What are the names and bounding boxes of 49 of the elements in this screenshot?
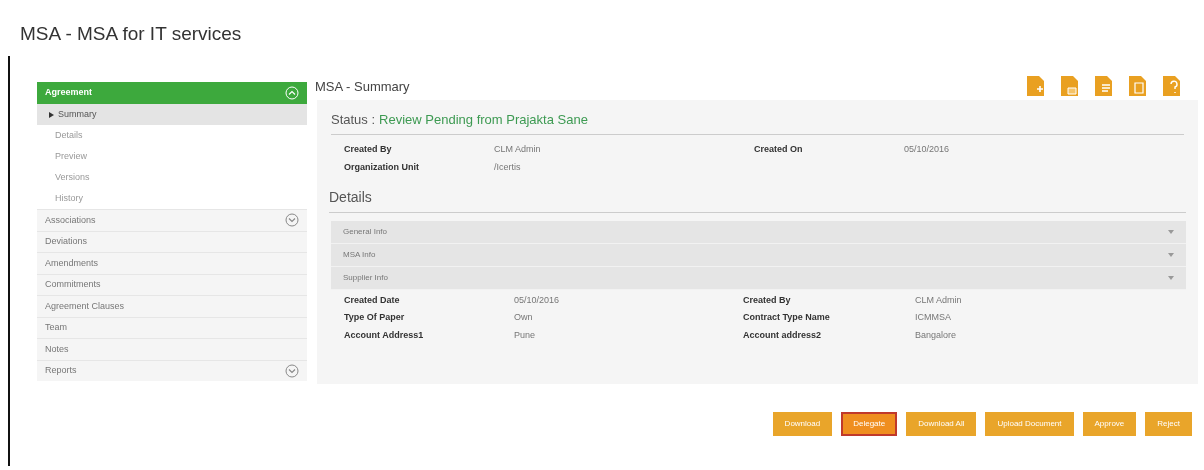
field-label: Created By — [743, 293, 792, 307]
field-value: Bangalore — [915, 328, 958, 342]
field-label: Contract Type Name — [743, 311, 831, 324]
field-label: Created On — [754, 142, 804, 156]
field-label: Created By — [344, 142, 393, 156]
accordion-header[interactable]: Supplier Info — [331, 266, 1186, 290]
sidebar-item[interactable]: Notes — [37, 338, 307, 360]
field-value: ICMMSA — [915, 311, 952, 324]
expand-icon[interactable] — [285, 363, 299, 378]
sidebar-subitem[interactable]: Summary — [37, 104, 307, 125]
status-value: Review Pending from Prajakta Sane — [379, 111, 588, 129]
sidebar-item[interactable]: Associations — [37, 209, 307, 231]
action-button[interactable]: Approve — [1082, 412, 1137, 436]
section-title: MSA - Summary — [315, 77, 410, 96]
action-button[interactable]: Delegate — [841, 412, 898, 436]
field-value: CLM Admin — [915, 293, 963, 307]
action-button[interactable]: Reject — [1145, 412, 1192, 436]
field-label: Organization Unit — [344, 161, 420, 174]
details-title: Details — [329, 186, 1186, 213]
field-label: Account address2 — [743, 328, 823, 342]
sidebar-item[interactable]: Team — [37, 316, 307, 338]
field-value: CLM Admin — [494, 142, 542, 156]
field-label: Type Of Paper — [344, 311, 406, 324]
pointer-icon — [49, 111, 54, 118]
status-label: Status : — [331, 111, 376, 129]
sidebar-item[interactable]: Amendments — [37, 252, 307, 274]
sidebar-header[interactable]: Agreement — [37, 82, 307, 104]
expand-icon[interactable] — [285, 213, 299, 228]
page-title: MSA - MSA for IT services — [20, 22, 242, 46]
field-value: Own — [514, 311, 534, 324]
field-value: Pune — [514, 328, 537, 342]
sidebar-item[interactable]: Deviations — [37, 230, 307, 252]
field-value: 05/10/2016 — [904, 142, 951, 156]
chevron-icon — [1168, 275, 1174, 280]
accordion-header[interactable]: General Info — [331, 220, 1186, 244]
chevron-icon — [1168, 252, 1174, 257]
sidebar-item[interactable]: Agreement Clauses — [37, 295, 307, 317]
field-value: 05/10/2016 — [514, 293, 561, 307]
sidebar-item[interactable]: Commitments — [37, 273, 307, 295]
field-value: /Icertis — [494, 161, 522, 174]
action-button[interactable]: Upload Document — [985, 412, 1074, 436]
action-button[interactable]: Download All — [906, 412, 977, 436]
sidebar-item[interactable]: Reports — [37, 359, 307, 381]
action-button[interactable]: Download — [772, 412, 833, 436]
field-label: Account Address1 — [344, 328, 425, 342]
chevron-icon — [1168, 229, 1174, 234]
collapse-icon[interactable] — [285, 86, 299, 100]
accordion-header[interactable]: MSA Info — [331, 243, 1186, 267]
field-label: Created Date — [344, 293, 401, 307]
